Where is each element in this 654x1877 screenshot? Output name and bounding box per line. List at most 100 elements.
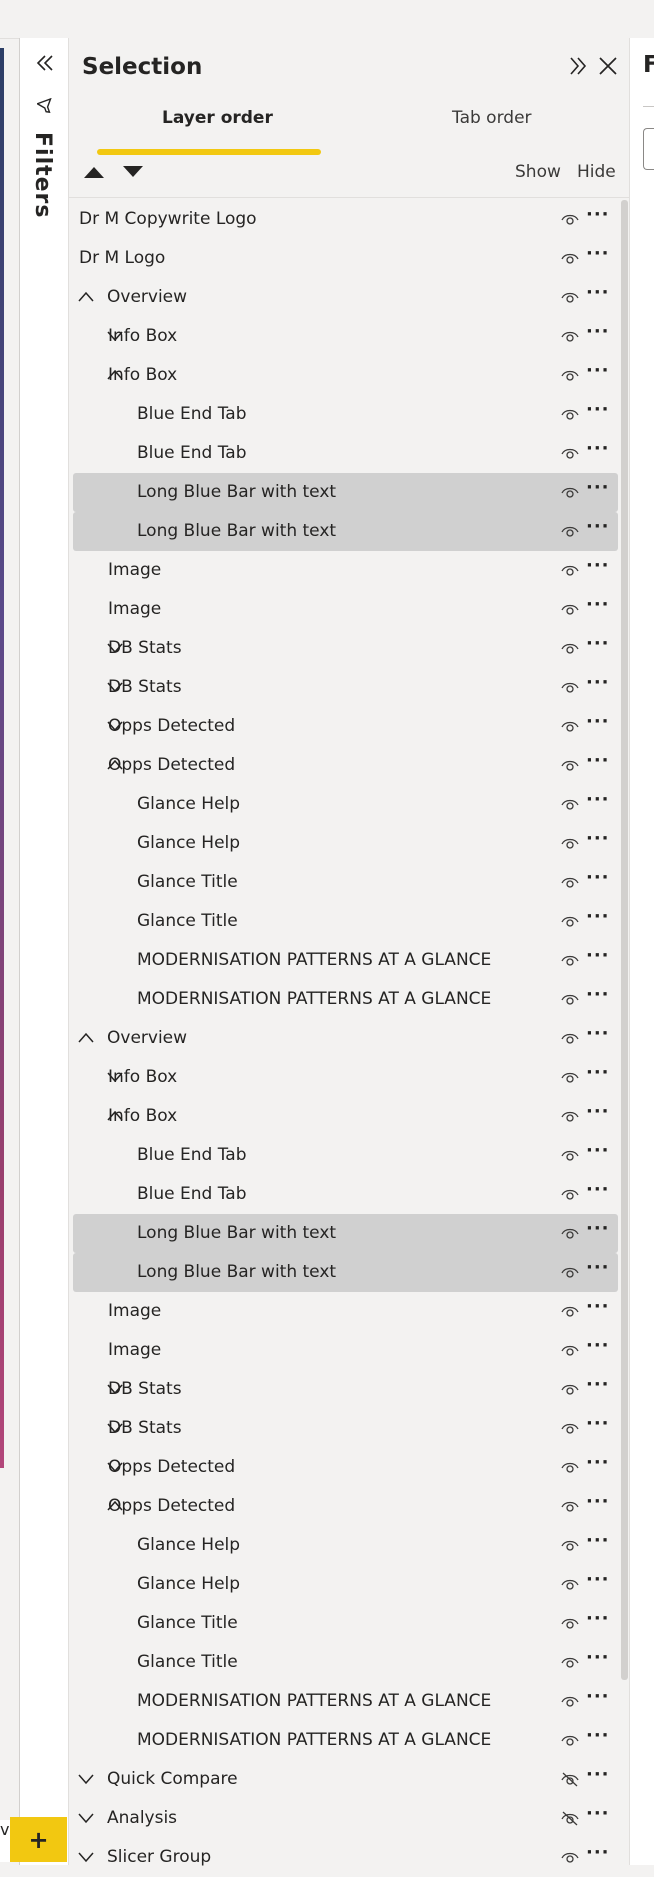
more-options-icon[interactable]: ··· <box>586 672 609 693</box>
tab-layer-order[interactable]: Layer order <box>162 108 273 128</box>
layer-row[interactable]: Info Box ··· <box>73 317 618 356</box>
eye-icon[interactable] <box>560 562 580 578</box>
eye-icon[interactable] <box>560 1264 580 1280</box>
layer-row[interactable]: Glance Help ··· <box>73 785 618 824</box>
layer-row[interactable]: MODERNISATION PATTERNS AT A GLANCE ··· <box>73 1682 618 1721</box>
expand-double-chevron-icon[interactable] <box>567 54 589 78</box>
more-options-icon[interactable]: ··· <box>586 594 609 615</box>
close-icon[interactable] <box>597 55 619 77</box>
eye-icon[interactable] <box>560 406 580 422</box>
more-options-icon[interactable]: ··· <box>586 1452 609 1473</box>
layer-row[interactable]: Blue End Tab ··· <box>73 395 618 434</box>
more-options-icon[interactable]: ··· <box>586 1140 609 1161</box>
layer-row[interactable]: Glance Title ··· <box>73 902 618 941</box>
more-options-icon[interactable]: ··· <box>586 1491 609 1512</box>
layer-row[interactable]: Long Blue Bar with text ··· <box>73 1214 618 1253</box>
more-options-icon[interactable]: ··· <box>586 1335 609 1356</box>
more-options-icon[interactable]: ··· <box>586 1569 609 1590</box>
more-options-icon[interactable]: ··· <box>586 1218 609 1239</box>
more-options-icon[interactable]: ··· <box>586 1764 609 1785</box>
layer-row[interactable]: Slicer Group ··· <box>73 1838 618 1877</box>
layer-row[interactable]: Image ··· <box>73 1331 618 1370</box>
eye-icon[interactable] <box>560 289 580 305</box>
eye-icon[interactable] <box>560 1537 580 1553</box>
chevron-up-icon[interactable] <box>77 290 95 304</box>
eye-icon[interactable] <box>560 1615 580 1631</box>
eye-icon[interactable] <box>560 1381 580 1397</box>
layer-row[interactable]: Long Blue Bar with text ··· <box>73 473 618 512</box>
eye-icon[interactable] <box>560 991 580 1007</box>
eye-off-icon[interactable] <box>560 1771 580 1787</box>
more-options-icon[interactable]: ··· <box>586 945 609 966</box>
more-options-icon[interactable]: ··· <box>586 243 609 264</box>
layer-row[interactable]: Dr M Copywrite Logo ··· <box>73 200 618 239</box>
layer-row[interactable]: Glance Help ··· <box>73 824 618 863</box>
eye-icon[interactable] <box>560 1186 580 1202</box>
eye-icon[interactable] <box>560 1849 580 1865</box>
eye-icon[interactable] <box>560 484 580 500</box>
move-up-triangle-icon[interactable] <box>83 164 105 180</box>
layer-row[interactable]: Glance Help ··· <box>73 1565 618 1604</box>
more-options-icon[interactable]: ··· <box>586 1608 609 1629</box>
tab-tab-order[interactable]: Tab order <box>452 108 532 128</box>
more-options-icon[interactable]: ··· <box>586 711 609 732</box>
layer-row[interactable]: MODERNISATION PATTERNS AT A GLANCE ··· <box>73 980 618 1019</box>
layer-row[interactable]: Info Box ··· <box>73 1097 618 1136</box>
more-options-icon[interactable]: ··· <box>586 321 609 342</box>
more-options-icon[interactable]: ··· <box>586 984 609 1005</box>
more-options-icon[interactable]: ··· <box>586 1023 609 1044</box>
more-options-icon[interactable]: ··· <box>586 750 609 771</box>
collapse-double-chevron-icon[interactable] <box>34 52 56 74</box>
chevron-down-icon[interactable] <box>77 1850 95 1864</box>
eye-icon[interactable] <box>560 1147 580 1163</box>
more-options-icon[interactable]: ··· <box>586 555 609 576</box>
eye-icon[interactable] <box>560 1225 580 1241</box>
eye-icon[interactable] <box>560 874 580 890</box>
eye-icon[interactable] <box>560 718 580 734</box>
more-options-icon[interactable]: ··· <box>586 399 609 420</box>
layer-row[interactable]: DB Stats ··· <box>73 1409 618 1448</box>
layer-row[interactable]: Glance Title ··· <box>73 1604 618 1643</box>
hide-all-button[interactable]: Hide <box>577 162 616 182</box>
more-options-icon[interactable]: ··· <box>586 1062 609 1083</box>
layer-row[interactable]: Blue End Tab ··· <box>73 1136 618 1175</box>
more-options-icon[interactable]: ··· <box>586 1530 609 1551</box>
layer-row[interactable]: Blue End Tab ··· <box>73 1175 618 1214</box>
more-options-icon[interactable]: ··· <box>586 867 609 888</box>
layer-row[interactable]: Info Box ··· <box>73 1058 618 1097</box>
eye-icon[interactable] <box>560 445 580 461</box>
eye-icon[interactable] <box>560 523 580 539</box>
more-options-icon[interactable]: ··· <box>586 1686 609 1707</box>
more-options-icon[interactable]: ··· <box>586 1725 609 1746</box>
more-options-icon[interactable]: ··· <box>586 1803 609 1824</box>
eye-icon[interactable] <box>560 679 580 695</box>
more-options-icon[interactable]: ··· <box>586 1413 609 1434</box>
more-options-icon[interactable]: ··· <box>586 633 609 654</box>
eye-icon[interactable] <box>560 1030 580 1046</box>
layer-row[interactable]: DB Stats ··· <box>73 1370 618 1409</box>
eye-icon[interactable] <box>560 1108 580 1124</box>
eye-off-icon[interactable] <box>560 1810 580 1826</box>
eye-icon[interactable] <box>560 328 580 344</box>
next-pane-input[interactable] <box>643 128 654 170</box>
more-options-icon[interactable]: ··· <box>586 477 609 498</box>
layer-row[interactable]: MODERNISATION PATTERNS AT A GLANCE ··· <box>73 1721 618 1760</box>
layer-row[interactable]: Overview ··· <box>73 278 618 317</box>
layer-row[interactable]: MODERNISATION PATTERNS AT A GLANCE ··· <box>73 941 618 980</box>
eye-icon[interactable] <box>560 835 580 851</box>
chevron-down-icon[interactable] <box>77 1811 95 1825</box>
eye-icon[interactable] <box>560 1498 580 1514</box>
eye-icon[interactable] <box>560 1303 580 1319</box>
add-page-button[interactable]: + <box>10 1817 67 1862</box>
more-options-icon[interactable]: ··· <box>586 1296 609 1317</box>
layer-row[interactable]: Image ··· <box>73 590 618 629</box>
layer-row[interactable]: Overview ··· <box>73 1019 618 1058</box>
filters-rail[interactable]: Filters <box>20 38 69 1865</box>
more-options-icon[interactable]: ··· <box>586 204 609 225</box>
eye-icon[interactable] <box>560 367 580 383</box>
more-options-icon[interactable]: ··· <box>586 1647 609 1668</box>
filters-label[interactable]: Filters <box>30 132 55 219</box>
layer-row[interactable]: DB Stats ··· <box>73 629 618 668</box>
layer-row[interactable]: Long Blue Bar with text ··· <box>73 1253 618 1292</box>
layer-row[interactable]: Opps Detected ··· <box>73 746 618 785</box>
